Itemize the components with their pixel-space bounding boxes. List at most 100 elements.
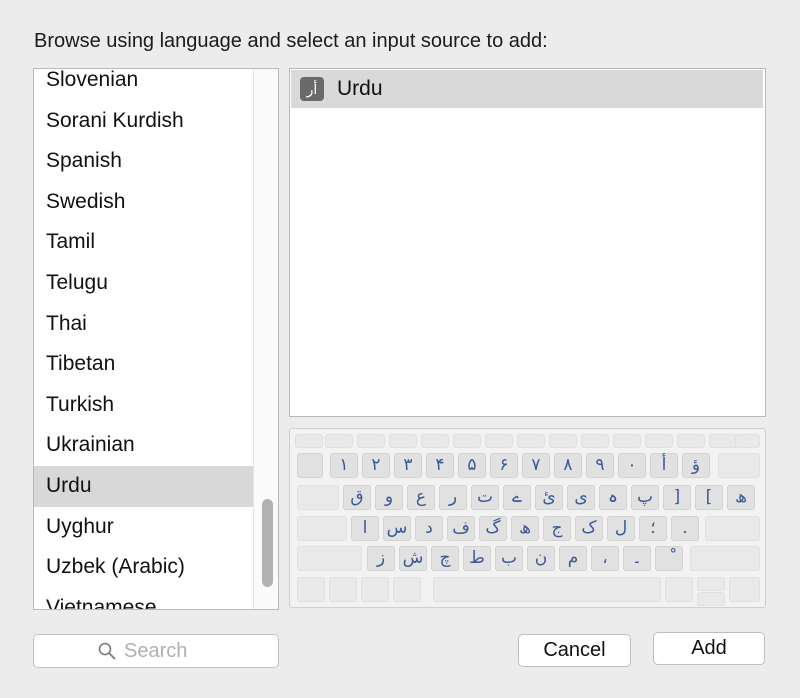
keyboard-blank-key — [485, 434, 513, 448]
keyboard-blank-key — [697, 592, 725, 606]
keyboard-key: . — [671, 516, 699, 541]
keyboard-key: ْ — [655, 546, 683, 571]
keyboard-key: گ — [479, 516, 507, 541]
language-item-telugu[interactable]: Telugu — [34, 263, 254, 304]
keyboard-key: ب — [495, 546, 523, 571]
keyboard-key: ئ — [535, 485, 563, 510]
keyboard-key: چ — [431, 546, 459, 571]
keyboard-blank-key — [433, 577, 661, 602]
keyboard-key: س — [383, 516, 411, 541]
keyboard-key: ۷ — [522, 453, 550, 478]
language-item-vietnamese[interactable]: Vietnamese — [34, 588, 254, 609]
dialog-prompt: Browse using language and select an inpu… — [34, 30, 548, 52]
language-item-ukrainian[interactable]: Ukrainian — [34, 425, 254, 466]
keyboard-blank-key — [690, 546, 760, 571]
keyboard-key: [ — [695, 485, 723, 510]
input-source-item-urdu[interactable]: أر Urdu — [291, 70, 763, 108]
keyboard-blank-key — [645, 434, 673, 448]
keyboard-key: ق — [343, 485, 371, 510]
keyboard-key: ھ — [727, 485, 755, 510]
keyboard-blank-key — [329, 577, 357, 602]
keyboard-blank-key — [613, 434, 641, 448]
keyboard-blank-key — [517, 434, 545, 448]
keyboard-blank-key — [705, 516, 760, 541]
keyboard-key: ج — [543, 516, 571, 541]
keyboard-key: ؤ — [682, 453, 710, 478]
keyboard-key: ل — [607, 516, 635, 541]
language-item-thai[interactable]: Thai — [34, 304, 254, 345]
search-input[interactable] — [124, 639, 214, 663]
keyboard-key: ع — [407, 485, 435, 510]
keyboard-blank-key — [581, 434, 609, 448]
keyboard-key: ۱ — [330, 453, 358, 478]
language-item-sorani-kurdish[interactable]: Sorani Kurdish — [34, 101, 254, 142]
keyboard-blank-key — [677, 434, 705, 448]
language-item-tamil[interactable]: Tamil — [34, 222, 254, 263]
keyboard-key: ز — [367, 546, 395, 571]
keyboard-key: ط — [463, 546, 491, 571]
keyboard-key: ش — [399, 546, 427, 571]
language-item-swedish[interactable]: Swedish — [34, 182, 254, 223]
keyboard-key: ؛ — [639, 516, 667, 541]
keyboard-blank-key — [709, 434, 737, 448]
keyboard-key: ۶ — [490, 453, 518, 478]
keyboard-key: و — [375, 485, 403, 510]
cancel-button[interactable]: Cancel — [518, 634, 631, 667]
input-source-label: Urdu — [337, 77, 383, 100]
keyboard-key: د — [415, 516, 443, 541]
search-field[interactable] — [33, 634, 279, 668]
keyboard-blank-key — [549, 434, 577, 448]
keyboard-key: ۸ — [554, 453, 582, 478]
keyboard-blank-key — [729, 577, 760, 602]
keyboard-key: ۔ — [623, 546, 651, 571]
keyboard-key: ف — [447, 516, 475, 541]
keyboard-key: ر — [439, 485, 467, 510]
keyboard-key: ۴ — [426, 453, 454, 478]
keyboard-key: ن — [527, 546, 555, 571]
keyboard-blank-key — [297, 577, 325, 602]
keyboard-blank-key — [295, 434, 323, 448]
keyboard-key: ھ — [511, 516, 539, 541]
keyboard-key: ۲ — [362, 453, 390, 478]
keyboard-blank-key — [697, 577, 725, 591]
keyboard-key: ۹ — [586, 453, 614, 478]
keyboard-key: ت — [471, 485, 499, 510]
language-list[interactable]: Slovenian Sorani Kurdish Spanish Swedish Tam… — [33, 68, 279, 610]
language-item-slovenian[interactable]: Slovenian — [34, 69, 254, 101]
keyboard-key: ہ — [599, 485, 627, 510]
keyboard-key: ا — [351, 516, 379, 541]
keyboard-key: ۳ — [394, 453, 422, 478]
keyboard-blank-key — [297, 546, 362, 571]
keyboard-blank-key — [718, 453, 760, 478]
keyboard-key: ک — [575, 516, 603, 541]
language-item-turkish[interactable]: Turkish — [34, 385, 254, 426]
search-icon — [98, 642, 116, 660]
keyboard-blank-key — [361, 577, 389, 602]
language-item-uyghur[interactable]: Uyghur — [34, 507, 254, 548]
language-item-tibetan[interactable]: Tibetan — [34, 344, 254, 385]
language-item-urdu[interactable]: Urdu — [34, 465, 254, 507]
input-source-list[interactable]: أر Urdu — [289, 68, 766, 417]
keyboard-preview: ۱ ۲ ۳ ۴ ۵ ۶ ۷ ۸ ۹ ۰ أ ؤ ق و ع ر ت ے ئ ی ہ پ][ھ ا س د ف گ ھ ج ک ل ؛. ز ش چ ط… — [289, 428, 766, 608]
keyboard-blank-key — [297, 516, 347, 541]
keyboard-key: ے — [503, 485, 531, 510]
keyboard-blank-key — [665, 577, 693, 602]
keyboard-blank-key — [297, 485, 339, 510]
keyboard-key: ، — [591, 546, 619, 571]
scrollbar-thumb[interactable] — [262, 499, 273, 587]
add-button[interactable]: Add — [653, 632, 765, 665]
keyboard-key: أ — [650, 453, 678, 478]
keyboard-key: ۰ — [618, 453, 646, 478]
keyboard-key: ] — [663, 485, 691, 510]
language-item-spanish[interactable]: Spanish — [34, 141, 254, 182]
keyboard-blank-key — [357, 434, 385, 448]
language-scrollbar[interactable] — [253, 69, 278, 609]
keyboard-blank-key — [735, 434, 760, 448]
keyboard-blank-key — [453, 434, 481, 448]
language-list-items: Slovenian Sorani Kurdish Spanish Swedish Tam… — [34, 69, 254, 609]
urdu-input-icon: أر — [300, 77, 324, 101]
keyboard-key: م — [559, 546, 587, 571]
keyboard-key: ۵ — [458, 453, 486, 478]
language-item-uzbek-arabic[interactable]: Uzbek (Arabic) — [34, 547, 254, 588]
keyboard-blank-key — [325, 434, 353, 448]
